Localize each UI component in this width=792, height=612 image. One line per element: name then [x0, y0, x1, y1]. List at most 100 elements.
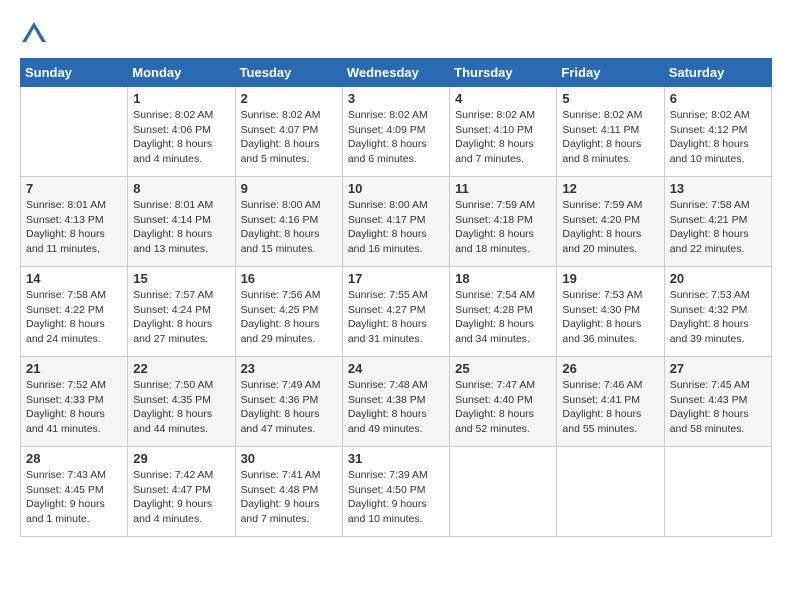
day-number: 14 [26, 271, 122, 286]
calendar-day-cell: 6 Sunrise: 8:02 AMSunset: 4:12 PMDaylight… [664, 87, 771, 177]
day-of-week-header: Saturday [664, 59, 771, 87]
day-info: Sunrise: 7:53 AMSunset: 4:30 PMDaylight:… [562, 288, 658, 347]
day-number: 8 [133, 181, 229, 196]
calendar-day-cell: 12Sunrise: 7:59 AMSunset: 4:20 PMDayligh… [557, 177, 664, 267]
day-number: 16 [241, 271, 337, 286]
day-info: Sunrise: 7:50 AMSunset: 4:35 PMDaylight:… [133, 378, 229, 437]
day-number: 29 [133, 451, 229, 466]
day-info: Sunrise: 7:53 AMSunset: 4:32 PMDaylight:… [670, 288, 766, 347]
calendar-table: SundayMondayTuesdayWednesdayThursdayFrid… [20, 58, 772, 537]
day-info: Sunrise: 7:42 AMSunset: 4:47 PMDaylight:… [133, 468, 229, 527]
day-number: 2 [241, 91, 337, 106]
day-info: Sunrise: 8:02 AMSunset: 4:11 PMDaylight:… [562, 108, 658, 167]
day-info: Sunrise: 7:39 AMSunset: 4:50 PMDaylight:… [348, 468, 444, 527]
calendar-day-cell: 27 Sunrise: 7:45 AMSunset: 4:43 PMDayligh… [664, 357, 771, 447]
calendar-day-cell [21, 87, 128, 177]
day-number: 24 [348, 361, 444, 376]
calendar-day-cell: 23Sunrise: 7:49 AMSunset: 4:36 PMDayligh… [235, 357, 342, 447]
day-info: Sunrise: 8:01 AMSunset: 4:14 PMDaylight:… [133, 198, 229, 257]
calendar-day-cell: 31Sunrise: 7:39 AMSunset: 4:50 PMDayligh… [342, 447, 449, 537]
calendar-week-row: 14 Sunrise: 7:58 AMSunset: 4:22 PMDayligh… [21, 267, 772, 357]
calendar-day-cell [450, 447, 557, 537]
day-info: Sunrise: 7:43 AMSunset: 4:45 PMDaylight:… [26, 468, 122, 527]
day-number: 1 [133, 91, 229, 106]
calendar-week-row: 7 Sunrise: 8:01 AMSunset: 4:13 PMDaylight… [21, 177, 772, 267]
calendar-day-cell: 30 Sunrise: 7:41 AMSunset: 4:48 PMDayligh… [235, 447, 342, 537]
day-number: 6 [670, 91, 766, 106]
day-info: Sunrise: 8:02 AMSunset: 4:07 PMDaylight:… [241, 108, 337, 167]
calendar-day-cell: 10Sunrise: 8:00 AMSunset: 4:17 PMDayligh… [342, 177, 449, 267]
day-info: Sunrise: 8:02 AMSunset: 4:10 PMDaylight:… [455, 108, 551, 167]
day-number: 17 [348, 271, 444, 286]
calendar-day-cell: 29 Sunrise: 7:42 AMSunset: 4:47 PMDayligh… [128, 447, 235, 537]
day-of-week-header: Monday [128, 59, 235, 87]
day-of-week-header: Friday [557, 59, 664, 87]
calendar-day-cell: 28 Sunrise: 7:43 AMSunset: 4:45 PMDayligh… [21, 447, 128, 537]
calendar-header-row: SundayMondayTuesdayWednesdayThursdayFrid… [21, 59, 772, 87]
day-info: Sunrise: 7:59 AMSunset: 4:18 PMDaylight:… [455, 198, 551, 257]
page-header [20, 20, 772, 48]
day-number: 30 [241, 451, 337, 466]
calendar-day-cell: 19 Sunrise: 7:53 AMSunset: 4:30 PMDayligh… [557, 267, 664, 357]
calendar-day-cell: 13 Sunrise: 7:58 AMSunset: 4:21 PMDayligh… [664, 177, 771, 267]
calendar-day-cell: 1 Sunrise: 8:02 AMSunset: 4:06 PMDaylight… [128, 87, 235, 177]
calendar-day-cell [557, 447, 664, 537]
calendar-day-cell: 21 Sunrise: 7:52 AMSunset: 4:33 PMDayligh… [21, 357, 128, 447]
day-number: 10 [348, 181, 444, 196]
day-info: Sunrise: 7:55 AMSunset: 4:27 PMDaylight:… [348, 288, 444, 347]
calendar-day-cell: 2 Sunrise: 8:02 AMSunset: 4:07 PMDaylight… [235, 87, 342, 177]
day-info: Sunrise: 8:02 AMSunset: 4:12 PMDaylight:… [670, 108, 766, 167]
calendar-day-cell: 11 Sunrise: 7:59 AMSunset: 4:18 PMDayligh… [450, 177, 557, 267]
calendar-day-cell: 7 Sunrise: 8:01 AMSunset: 4:13 PMDaylight… [21, 177, 128, 267]
calendar-day-cell: 26 Sunrise: 7:46 AMSunset: 4:41 PMDayligh… [557, 357, 664, 447]
day-info: Sunrise: 8:00 AMSunset: 4:16 PMDaylight:… [241, 198, 337, 257]
day-info: Sunrise: 7:41 AMSunset: 4:48 PMDaylight:… [241, 468, 337, 527]
day-number: 13 [670, 181, 766, 196]
day-info: Sunrise: 7:54 AMSunset: 4:28 PMDaylight:… [455, 288, 551, 347]
calendar-day-cell: 14 Sunrise: 7:58 AMSunset: 4:22 PMDayligh… [21, 267, 128, 357]
calendar-day-cell: 15Sunrise: 7:57 AMSunset: 4:24 PMDayligh… [128, 267, 235, 357]
day-info: Sunrise: 7:47 AMSunset: 4:40 PMDaylight:… [455, 378, 551, 437]
day-info: Sunrise: 7:45 AMSunset: 4:43 PMDaylight:… [670, 378, 766, 437]
calendar-day-cell: 25Sunrise: 7:47 AMSunset: 4:40 PMDayligh… [450, 357, 557, 447]
calendar-week-row: 28 Sunrise: 7:43 AMSunset: 4:45 PMDayligh… [21, 447, 772, 537]
calendar-day-cell: 22 Sunrise: 7:50 AMSunset: 4:35 PMDayligh… [128, 357, 235, 447]
day-number: 20 [670, 271, 766, 286]
calendar-day-cell: 24 Sunrise: 7:48 AMSunset: 4:38 PMDayligh… [342, 357, 449, 447]
day-info: Sunrise: 8:01 AMSunset: 4:13 PMDaylight:… [26, 198, 122, 257]
day-number: 18 [455, 271, 551, 286]
day-info: Sunrise: 8:02 AMSunset: 4:09 PMDaylight:… [348, 108, 444, 167]
day-number: 11 [455, 181, 551, 196]
day-number: 4 [455, 91, 551, 106]
day-info: Sunrise: 7:52 AMSunset: 4:33 PMDaylight:… [26, 378, 122, 437]
day-number: 19 [562, 271, 658, 286]
day-number: 3 [348, 91, 444, 106]
calendar-day-cell: 3 Sunrise: 8:02 AMSunset: 4:09 PMDaylight… [342, 87, 449, 177]
calendar-day-cell: 18 Sunrise: 7:54 AMSunset: 4:28 PMDayligh… [450, 267, 557, 357]
calendar-day-cell: 17 Sunrise: 7:55 AMSunset: 4:27 PMDayligh… [342, 267, 449, 357]
calendar-day-cell: 20 Sunrise: 7:53 AMSunset: 4:32 PMDayligh… [664, 267, 771, 357]
day-info: Sunrise: 7:46 AMSunset: 4:41 PMDaylight:… [562, 378, 658, 437]
day-info: Sunrise: 7:59 AMSunset: 4:20 PMDaylight:… [562, 198, 658, 257]
calendar-week-row: 1 Sunrise: 8:02 AMSunset: 4:06 PMDaylight… [21, 87, 772, 177]
day-info: Sunrise: 7:58 AMSunset: 4:21 PMDaylight:… [670, 198, 766, 257]
day-number: 26 [562, 361, 658, 376]
day-info: Sunrise: 7:58 AMSunset: 4:22 PMDaylight:… [26, 288, 122, 347]
calendar-day-cell: 4 Sunrise: 8:02 AMSunset: 4:10 PMDaylight… [450, 87, 557, 177]
logo [20, 20, 50, 48]
day-of-week-header: Tuesday [235, 59, 342, 87]
day-info: Sunrise: 8:02 AMSunset: 4:06 PMDaylight:… [133, 108, 229, 167]
calendar-day-cell: 5Sunrise: 8:02 AMSunset: 4:11 PMDaylight… [557, 87, 664, 177]
day-number: 22 [133, 361, 229, 376]
day-of-week-header: Wednesday [342, 59, 449, 87]
day-of-week-header: Thursday [450, 59, 557, 87]
day-number: 27 [670, 361, 766, 376]
calendar-day-cell: 16Sunrise: 7:56 AMSunset: 4:25 PMDayligh… [235, 267, 342, 357]
day-info: Sunrise: 7:48 AMSunset: 4:38 PMDaylight:… [348, 378, 444, 437]
day-number: 7 [26, 181, 122, 196]
day-number: 21 [26, 361, 122, 376]
day-number: 9 [241, 181, 337, 196]
day-of-week-header: Sunday [21, 59, 128, 87]
calendar-day-cell: 9 Sunrise: 8:00 AMSunset: 4:16 PMDaylight… [235, 177, 342, 267]
day-number: 28 [26, 451, 122, 466]
